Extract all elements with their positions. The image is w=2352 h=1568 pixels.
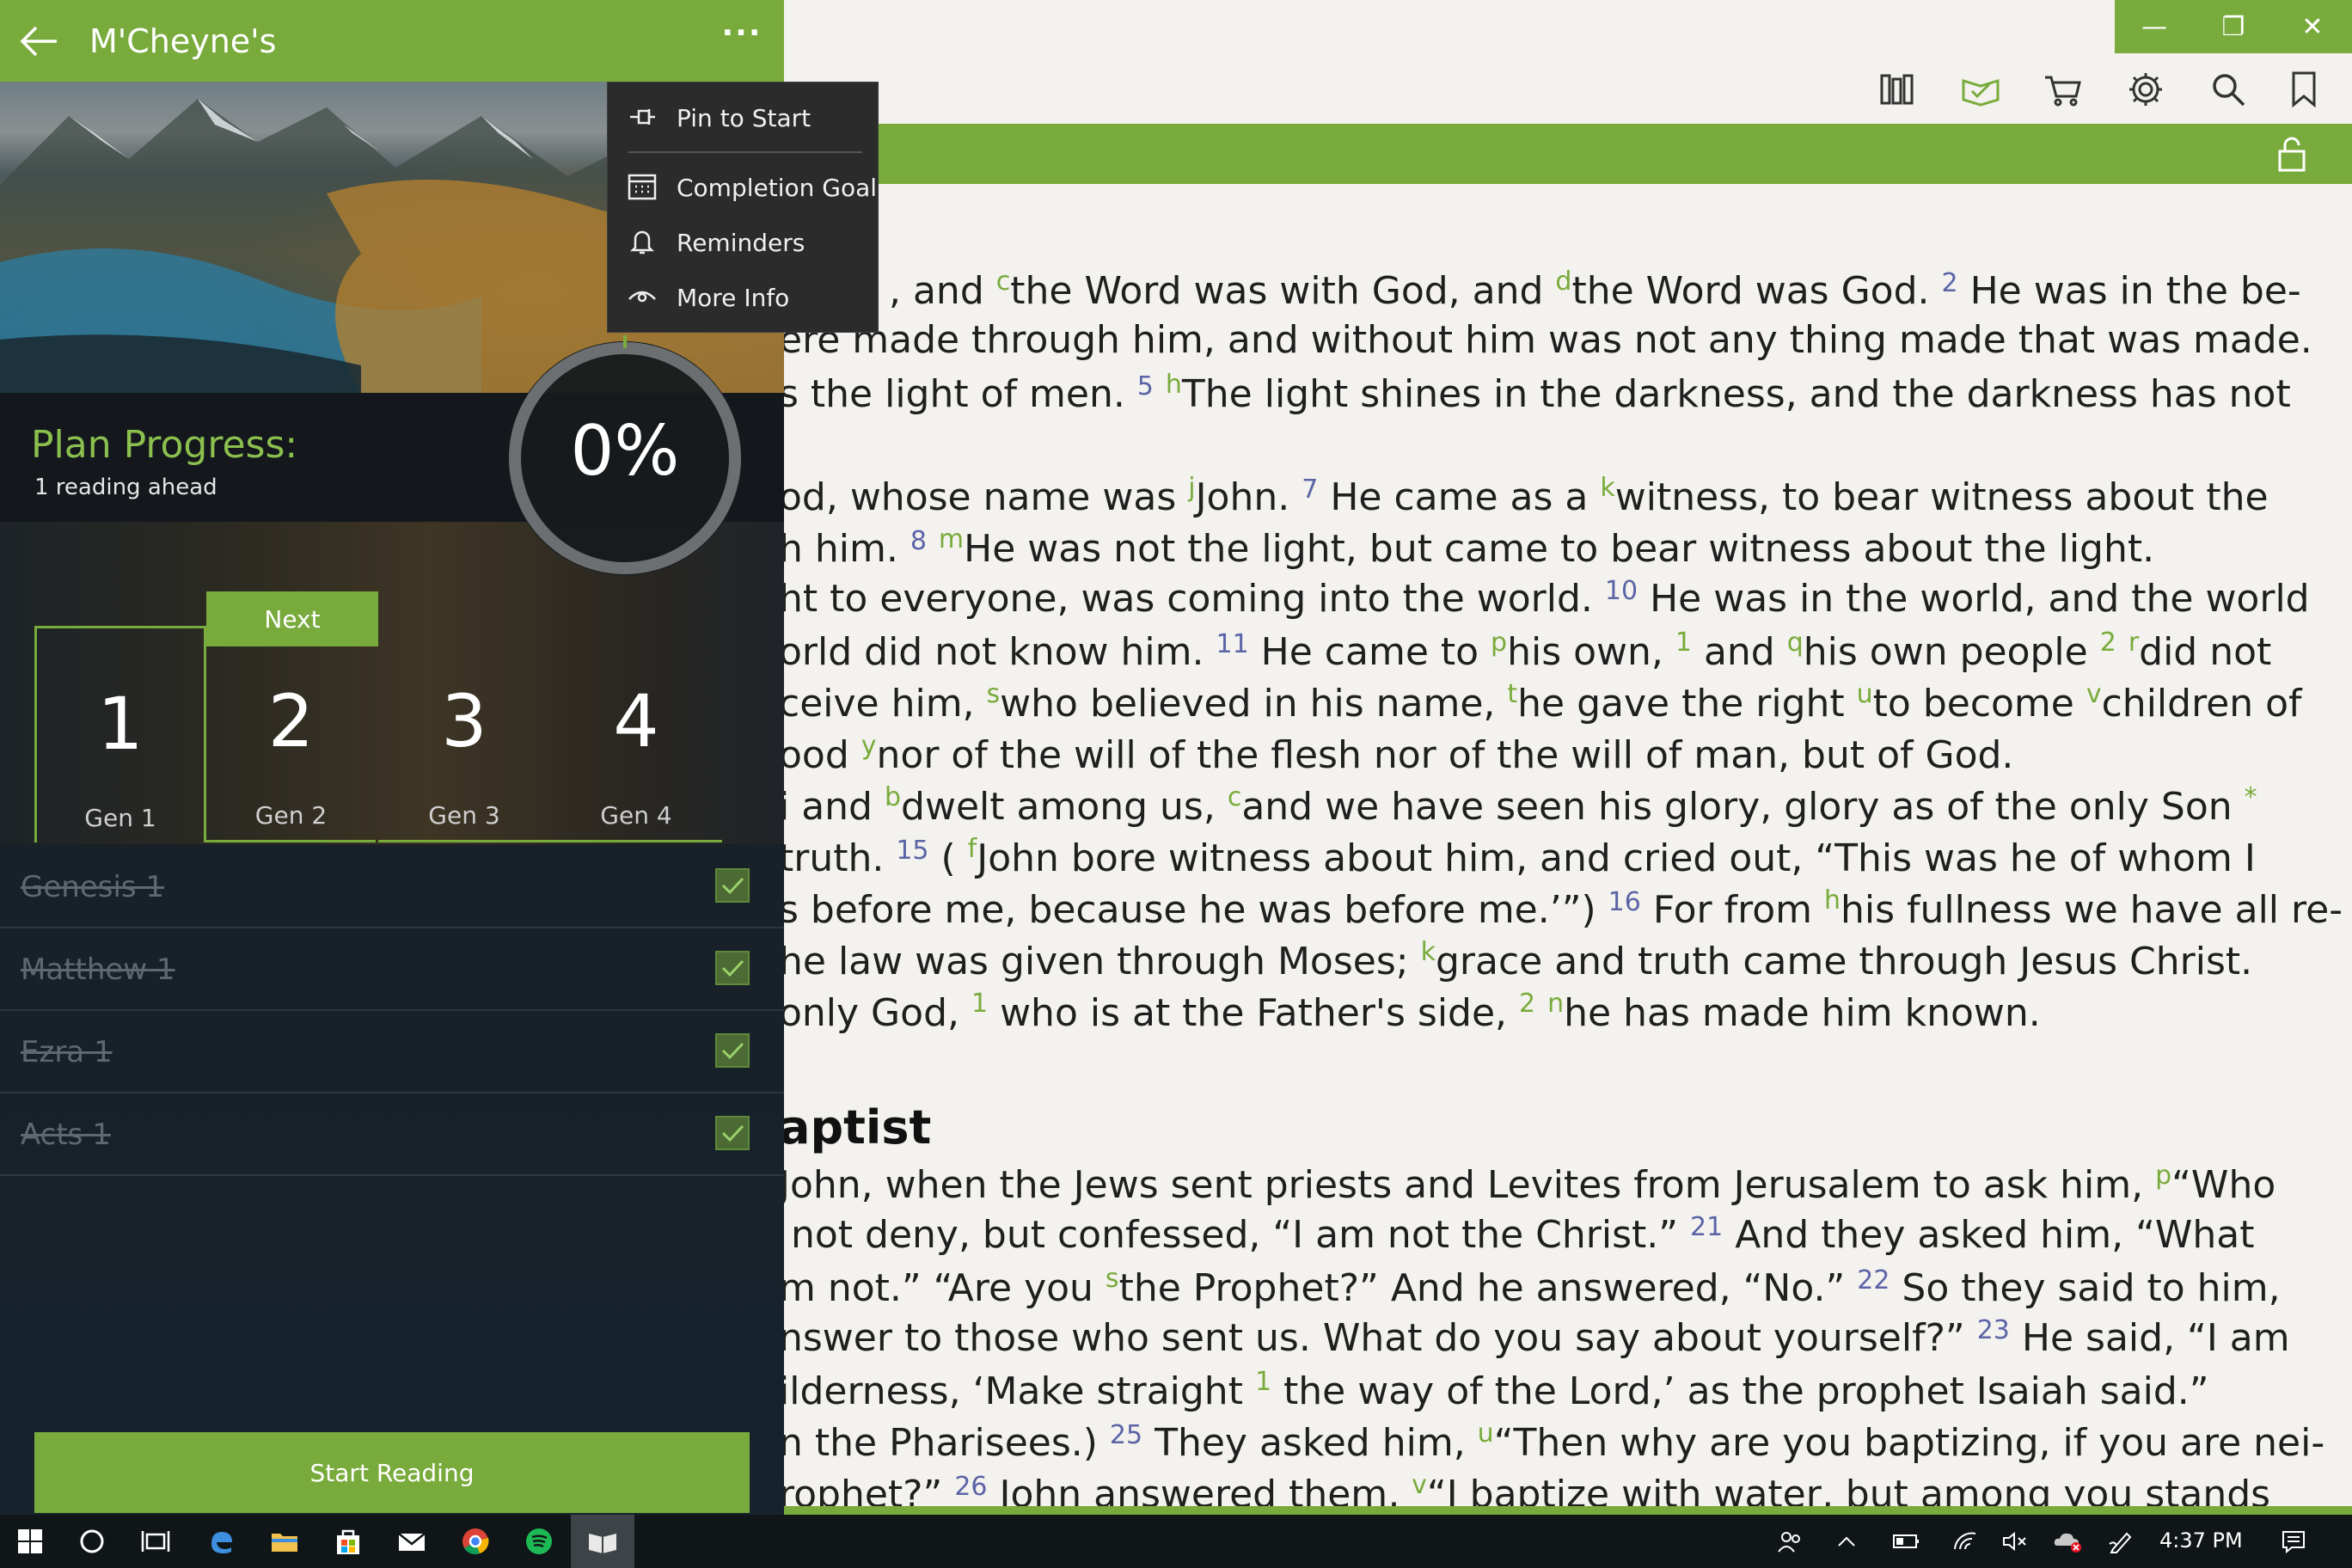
lock-icon[interactable] <box>2275 136 2309 174</box>
reading-title: Acts 1 <box>21 1118 111 1152</box>
minimize-button[interactable]: — <box>2115 0 2194 53</box>
verse-line: truth. 15 ( fJohn bore witness about him… <box>779 834 2256 880</box>
verse-line: ceive him, swho believed in his name, th… <box>779 679 2302 726</box>
verse-line: orld did not know him. 11 He came to phi… <box>779 628 2272 674</box>
verse-line: s the light of men. 5 hThe light shines … <box>779 370 2291 416</box>
volume-muted-icon[interactable] <box>1994 1515 2036 1568</box>
day-label: Gen 1 <box>84 804 156 832</box>
section-heading: aptist <box>779 1100 932 1155</box>
action-center-icon[interactable] <box>2273 1515 2314 1568</box>
day-label: Gen 3 <box>428 801 500 830</box>
task-view-icon[interactable] <box>124 1515 187 1568</box>
verse-line: ere made through him, and without him wa… <box>779 318 2312 362</box>
menu-item-label: Completion Goal <box>677 174 878 202</box>
pin-icon <box>627 102 658 132</box>
plan-progress-label: Plan Progress: <box>31 423 298 467</box>
progress-percent: 0% <box>570 411 680 491</box>
pen-workspace-icon[interactable] <box>2101 1515 2142 1568</box>
menu-item-reminders[interactable]: Reminders <box>608 215 879 268</box>
wifi-icon[interactable] <box>1945 1515 1986 1568</box>
windows-start-icon[interactable] <box>0 1515 60 1568</box>
menu-item-label: More Info <box>677 284 790 312</box>
menu-item-label: Pin to Start <box>677 104 812 132</box>
completed-checkbox[interactable] <box>715 1116 750 1150</box>
plan-title: M'Cheyne's <box>89 22 277 60</box>
menu-item-completion-goal[interactable]: Completion Goal <box>608 160 879 213</box>
file-explorer-icon[interactable] <box>253 1515 316 1568</box>
store-icon[interactable] <box>316 1515 380 1568</box>
verse-line: od, whose name was jJohn. 7 He came as a… <box>779 473 2269 519</box>
completed-checkbox[interactable] <box>715 1033 750 1068</box>
verse-line: h him. 8 mHe was not the light, but came… <box>779 524 2155 571</box>
menu-item-more-info[interactable]: More Info <box>608 270 879 323</box>
search-icon[interactable] <box>2202 65 2254 113</box>
cortana-icon[interactable] <box>60 1515 124 1568</box>
reading-item[interactable]: Matthew 1 <box>0 928 784 1011</box>
day-number: 3 <box>441 679 487 763</box>
edge-browser-icon[interactable] <box>189 1515 253 1568</box>
library-icon[interactable] <box>1872 65 1924 113</box>
verse-line: rophet?” 26 John answered them, v“I bapt… <box>779 1470 2271 1506</box>
day-number: 2 <box>267 679 315 763</box>
verse-line: ilderness, ‘Make straight 1 the way of t… <box>779 1367 2209 1413</box>
windows-taskbar: 4:37 PM <box>0 1515 2352 1568</box>
reading-title: Genesis 1 <box>21 870 165 904</box>
calendar-icon <box>627 172 658 201</box>
day-number: 1 <box>97 682 144 766</box>
menu-item-pin-to-start[interactable]: Pin to Start <box>608 90 879 144</box>
completed-checkbox[interactable] <box>715 951 750 985</box>
day-tile-2[interactable]: 2 Gen 2 <box>204 626 376 842</box>
taskbar-clock[interactable]: 4:37 PM <box>2159 1528 2243 1553</box>
reading-item[interactable]: Genesis 1 <box>0 846 784 928</box>
more-options-icon[interactable]: ··· <box>719 15 765 64</box>
day-label: Gen 2 <box>254 801 328 830</box>
verse-line: not deny, but confessed, “I am not the C… <box>779 1212 2255 1257</box>
completed-checkbox[interactable] <box>715 868 750 903</box>
eye-icon <box>627 282 658 311</box>
menu-separator <box>628 151 862 153</box>
bell-icon <box>627 227 658 256</box>
reading-item[interactable]: Acts 1 <box>0 1093 784 1176</box>
spotify-icon[interactable] <box>507 1515 571 1568</box>
verse-line: he law was given through Moses; kgrace a… <box>779 937 2253 983</box>
reading-title: Ezra 1 <box>21 1035 113 1069</box>
verse-line: m not.” “Are you sthe Prophet?” And he a… <box>779 1264 2281 1310</box>
verse-line: John, when the Jews sent priests and Lev… <box>779 1161 2276 1207</box>
restore-button[interactable]: ❐ <box>2194 0 2273 53</box>
day-number: 4 <box>613 679 659 763</box>
verse-line: i and bdwelt among us, cand we have seen… <box>779 782 2257 829</box>
start-reading-button[interactable]: Start Reading <box>34 1432 750 1513</box>
reading-plan-icon[interactable] <box>1955 65 2006 113</box>
show-hidden-icons-chevron-icon[interactable] <box>1828 1515 1865 1568</box>
verse-line: , and cthe Word was with God, and dthe W… <box>889 266 2301 313</box>
window-caption-bar: — ❐ ✕ <box>2115 0 2352 53</box>
verse-line: s before me, because he was before me.’”… <box>779 885 2343 932</box>
day-tile-3[interactable]: 3 Gen 3 <box>378 626 550 842</box>
verse-line: n the Pharisees.) 25 They asked him, u“T… <box>779 1418 2325 1465</box>
plan-options-menu: Pin to Start Completion Goal Reminders M… <box>607 82 879 333</box>
day-label: Gen 4 <box>600 801 672 830</box>
menu-item-label: Reminders <box>677 229 805 257</box>
day-tile-1[interactable]: 1 Gen 1 <box>34 626 206 842</box>
day-tile-4[interactable]: 4 Gen 4 <box>550 626 722 842</box>
chrome-icon[interactable] <box>444 1515 507 1568</box>
verse-line: nswer to those who sent us. What do you … <box>779 1315 2290 1360</box>
people-icon[interactable] <box>1771 1515 1809 1568</box>
cart-icon[interactable] <box>2037 65 2089 113</box>
battery-icon[interactable] <box>1886 1515 1927 1568</box>
close-button[interactable]: ✕ <box>2273 0 2352 53</box>
reading-item[interactable]: Ezra 1 <box>0 1011 784 1093</box>
verse-line: only God, 1 who is at the Father's side,… <box>779 989 2041 1035</box>
onedrive-error-icon[interactable] <box>2046 1515 2091 1568</box>
mail-icon[interactable] <box>380 1515 444 1568</box>
reading-title: Matthew 1 <box>21 952 175 987</box>
verse-line: ood ynor of the will of the flesh nor of… <box>779 731 2014 777</box>
verse-line: ht to everyone, was coming into the worl… <box>779 576 2310 621</box>
settings-icon[interactable] <box>2120 65 2171 113</box>
bible-app-taskbar-icon[interactable] <box>571 1515 634 1568</box>
back-arrow-icon[interactable] <box>15 19 67 64</box>
readings-ahead-text: 1 reading ahead <box>34 475 217 500</box>
bookmark-icon[interactable] <box>2278 65 2330 113</box>
